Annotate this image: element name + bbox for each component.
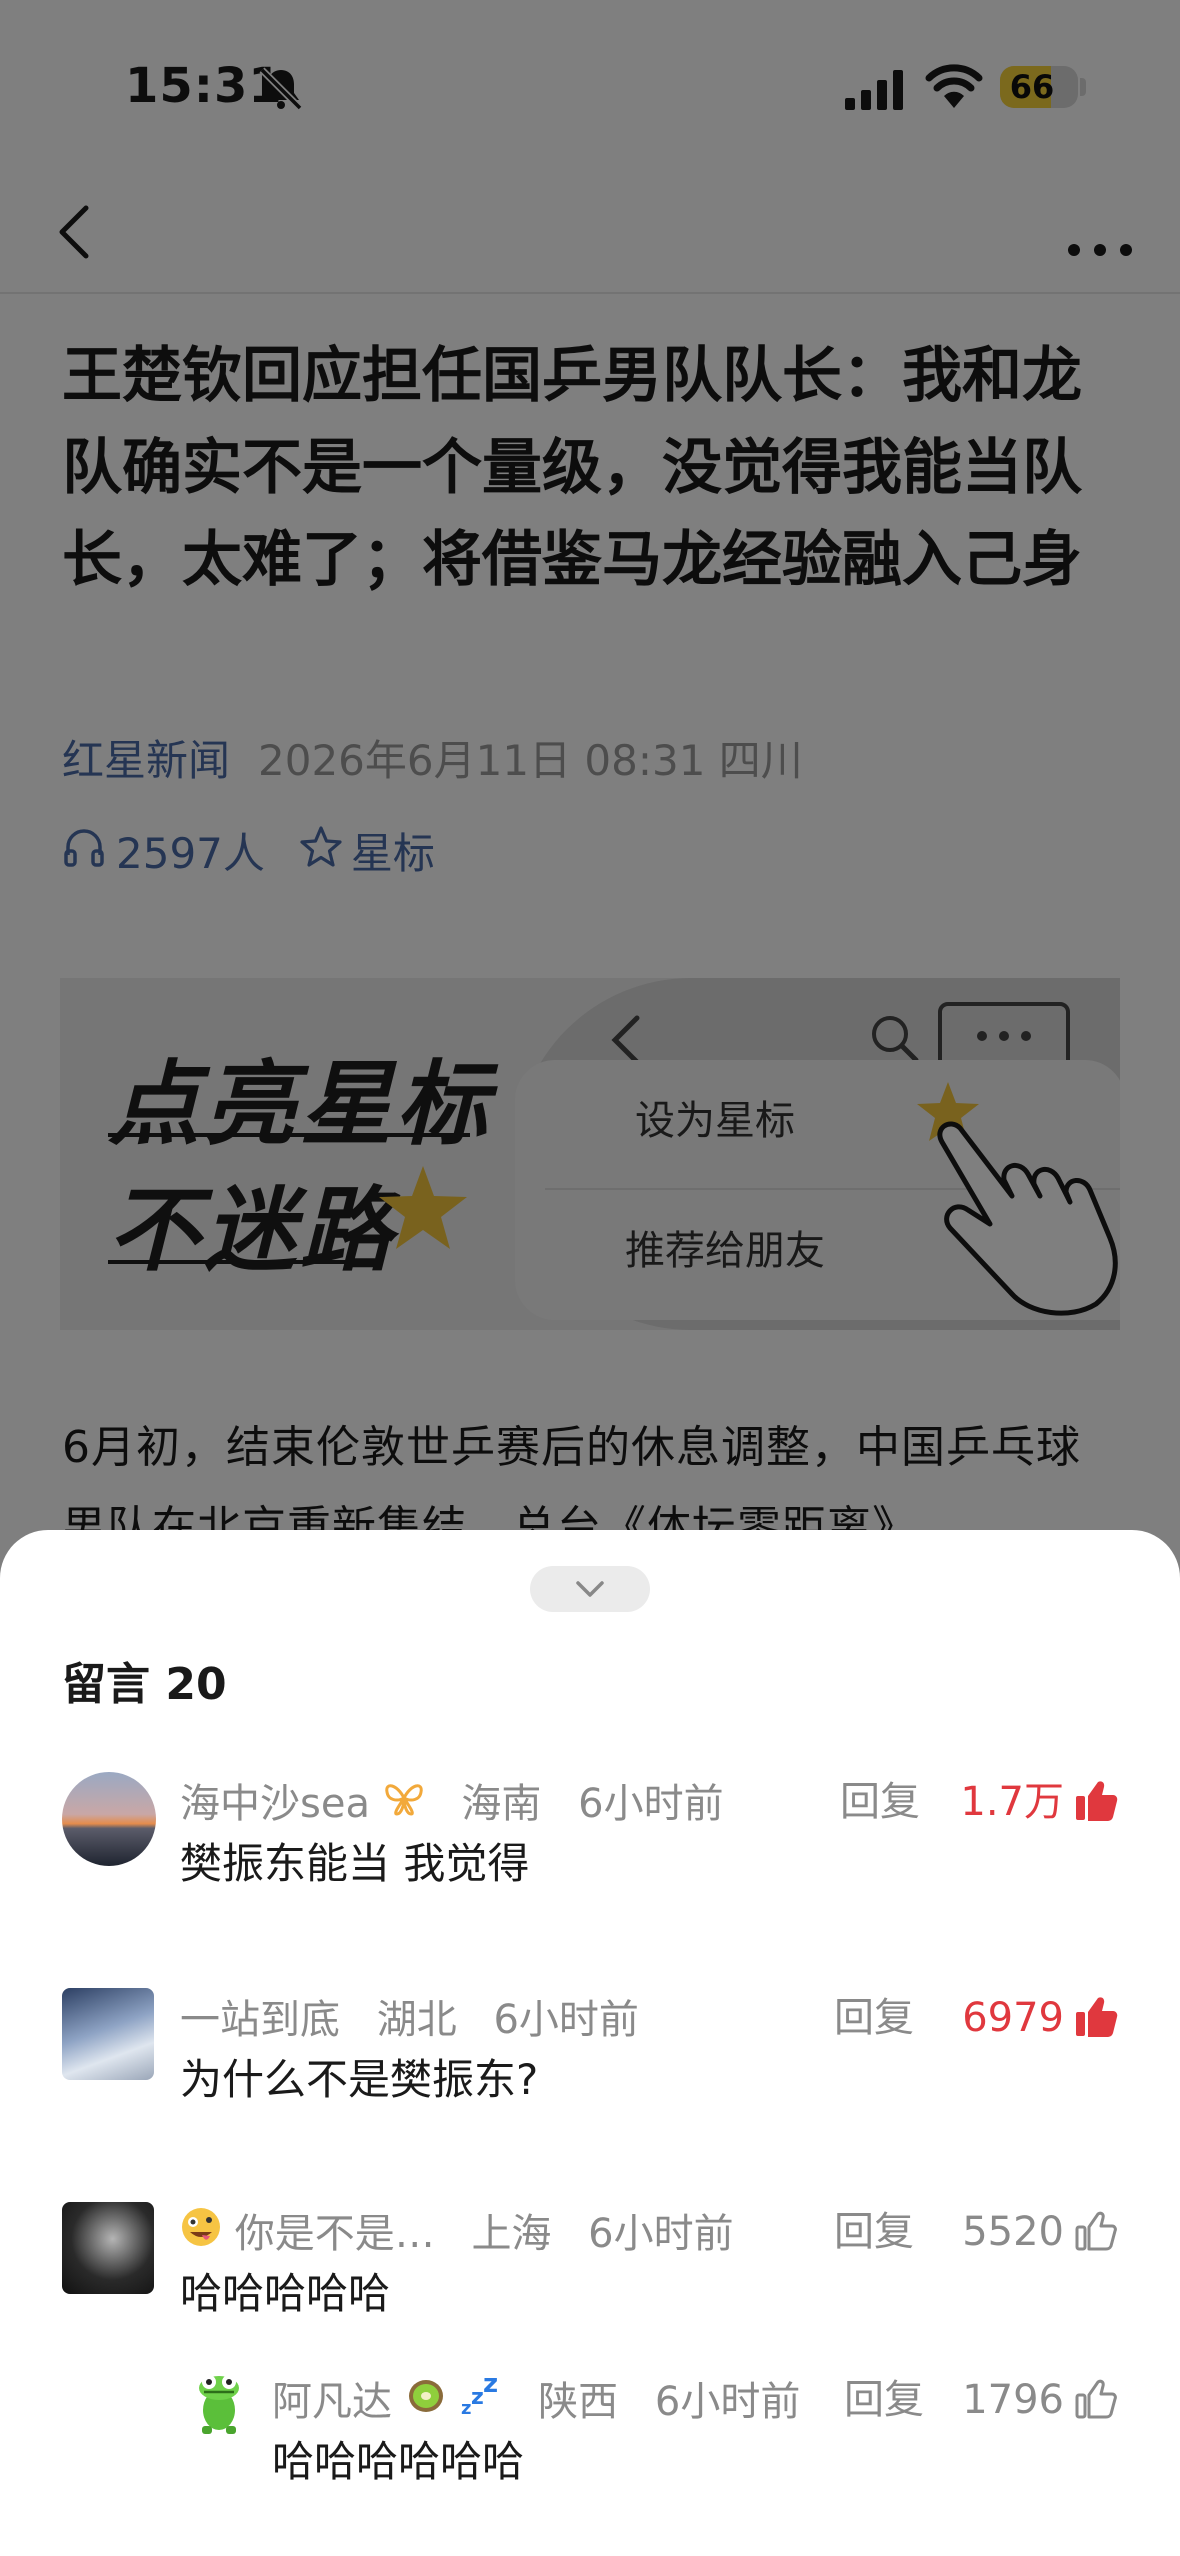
comment-location: 陕西 xyxy=(538,2379,619,2425)
butterfly-badge-icon xyxy=(383,1776,425,1833)
reply-button[interactable]: 回复 xyxy=(834,1990,914,2046)
comment-text: 哈哈哈哈哈 xyxy=(180,2269,391,2318)
comment-location: 海南 xyxy=(461,1781,542,1827)
comments-title-label: 留言 xyxy=(62,1659,150,1710)
comments-count: 20 xyxy=(165,1659,227,1710)
avatar[interactable] xyxy=(62,1988,154,2080)
comment-user[interactable]: 你是不是… xyxy=(235,2206,435,2262)
comment-time: 6小时前 xyxy=(578,1781,724,1827)
comments-title: 留言 20 xyxy=(62,1648,227,1712)
comment-user[interactable]: 阿凡达 xyxy=(272,2374,392,2430)
crocodile-avatar-icon[interactable] xyxy=(188,2370,250,2436)
comment-location: 上海 xyxy=(471,2211,552,2257)
comment-location: 湖北 xyxy=(376,1997,457,2043)
comment-meta: 阿凡达 z z z 陕西 6小时前 xyxy=(272,2369,801,2431)
comment-user[interactable]: 一站到底 xyxy=(180,1992,340,2048)
reply-button[interactable]: 回复 xyxy=(840,1774,920,1830)
comment-time: 6小时前 xyxy=(493,1997,639,2043)
thumbs-up-outline-icon[interactable] xyxy=(1074,2378,1118,2420)
zany-face-emoji-icon xyxy=(180,2206,222,2263)
reply-button[interactable]: 回复 xyxy=(844,2372,924,2428)
collapse-sheet-button[interactable] xyxy=(530,1566,650,1612)
comment-text: 为什么不是樊振东? xyxy=(180,2055,539,2104)
svg-text:z: z xyxy=(483,2374,498,2399)
like-count[interactable]: 1.7万 xyxy=(940,1774,1064,1830)
comment-meta: 一站到底 湖北 6小时前 xyxy=(180,1990,639,2046)
thumbs-up-filled-icon[interactable] xyxy=(1074,1996,1118,2038)
sleeping-zzz-icon: z z z xyxy=(459,2369,501,2431)
chevron-down-icon xyxy=(576,1581,604,1597)
svg-text:z: z xyxy=(461,2398,471,2416)
like-count[interactable]: 6979 xyxy=(940,1990,1064,2046)
comment-meta: 你是不是… 上海 6小时前 xyxy=(180,2204,734,2260)
kiwi-emoji-icon xyxy=(405,2374,447,2431)
comment-text: 樊振东能当 我觉得 xyxy=(180,1839,530,1888)
comments-sheet: 留言 20 海中沙sea 海南 6小时前 樊振东能当 我觉得 回复 1.7万 一… xyxy=(0,1530,1180,2556)
thumbs-up-filled-icon[interactable] xyxy=(1074,1780,1118,1822)
avatar[interactable] xyxy=(62,1772,156,1866)
thumbs-up-outline-icon[interactable] xyxy=(1074,2210,1118,2252)
like-count[interactable]: 1796 xyxy=(940,2372,1064,2428)
reply-button[interactable]: 回复 xyxy=(834,2204,914,2260)
comment-text: 哈哈哈哈哈哈 xyxy=(272,2437,525,2486)
svg-text:z: z xyxy=(471,2385,484,2410)
comment-time: 6小时前 xyxy=(588,2211,734,2257)
comment-meta: 海中沙sea 海南 6小时前 xyxy=(180,1774,724,1830)
comment-user[interactable]: 海中沙sea xyxy=(180,1776,370,1832)
avatar[interactable] xyxy=(62,2202,154,2294)
like-count[interactable]: 5520 xyxy=(940,2204,1064,2260)
comment-time: 6小时前 xyxy=(654,2379,801,2425)
